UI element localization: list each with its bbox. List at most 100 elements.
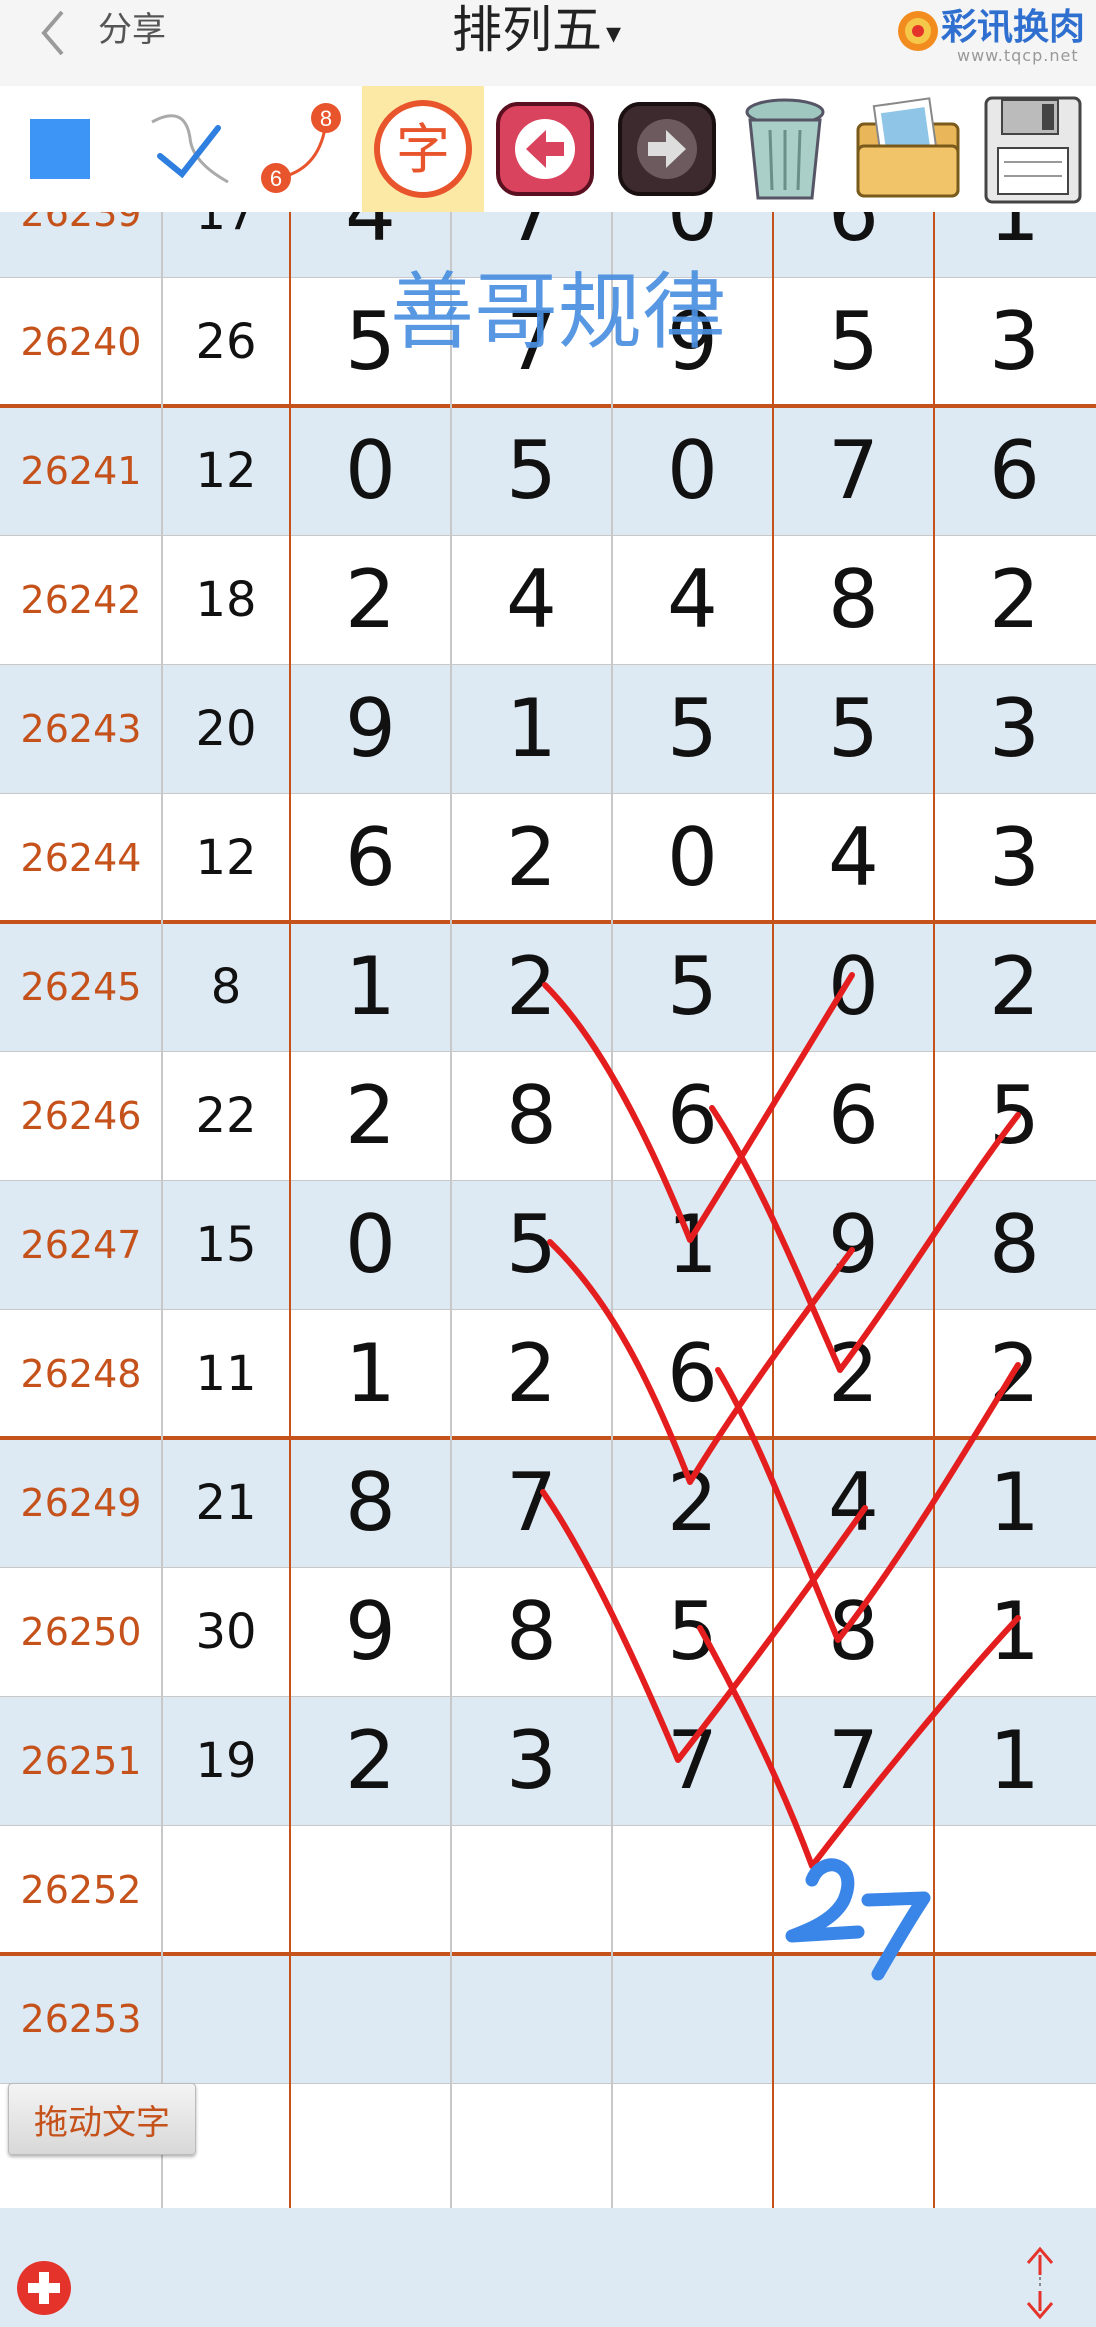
draw-digit-2: 2 — [506, 811, 557, 904]
table-row: 26246 22 2 8 6 6 5 — [0, 1051, 1096, 1180]
group-divider — [0, 1952, 1096, 1956]
draw-digit-3: 5 — [667, 940, 718, 1033]
share-button[interactable]: 分享 — [98, 8, 166, 52]
draw-digit-4 — [773, 2083, 934, 2208]
draw-digit-1: 9 — [345, 682, 396, 775]
draw-digit-1: 2 — [345, 553, 396, 646]
draw-digit-5: 3 — [989, 682, 1040, 775]
draw-digit-4: 4 — [828, 1456, 879, 1549]
draw-digit-3: 0 — [667, 811, 718, 904]
drawing-toolbar: 8 6 字 — [0, 86, 1096, 212]
redo-button[interactable] — [612, 86, 722, 212]
issue-number: 26239 — [20, 212, 142, 235]
draw-digit-4: 2 — [828, 1327, 879, 1420]
column-divider — [450, 212, 452, 2208]
line-width-button[interactable]: 8 6 — [250, 86, 350, 212]
issue-number: 26241 — [20, 448, 142, 493]
draw-digit-4: 7 — [828, 424, 879, 517]
issue-number: 26248 — [20, 1351, 142, 1396]
bottom-bar — [0, 2208, 1096, 2327]
table-row: 26251 19 2 3 7 7 1 — [0, 1696, 1096, 1825]
draw-digit-4: 8 — [828, 1585, 879, 1678]
draw-digit-2: 5 — [506, 424, 557, 517]
draw-digit-3: 0 — [667, 424, 718, 517]
pen-tool-button[interactable] — [130, 86, 240, 212]
chevron-left-icon[interactable] — [38, 8, 68, 58]
draw-digit-5: 1 — [989, 1714, 1040, 1807]
color-picker-button[interactable] — [0, 86, 120, 212]
line-6-8-icon: 8 6 — [261, 103, 341, 193]
column-divider — [289, 212, 291, 2208]
draw-digit-3: 6 — [667, 1327, 718, 1420]
draw-digit-4: 5 — [828, 682, 879, 775]
draw-digit-5: 2 — [989, 1327, 1040, 1420]
draw-digit-5: 2 — [989, 553, 1040, 646]
save-disk-icon — [984, 96, 1082, 204]
draw-digit-1: 9 — [345, 1585, 396, 1678]
draw-digit-2: 4 — [506, 553, 557, 646]
redo-arrow-icon — [618, 102, 716, 196]
table-row: 26247 15 0 5 1 9 8 — [0, 1180, 1096, 1309]
digit-sum: 11 — [195, 1345, 257, 1402]
digit-sum: 21 — [195, 1474, 257, 1531]
column-divider — [933, 212, 935, 2208]
draw-digit-2: 5 — [506, 1198, 557, 1291]
watermark-emblem-icon — [898, 11, 938, 51]
draw-digit-5: 6 — [989, 424, 1040, 517]
group-divider — [0, 404, 1096, 408]
row-divider — [0, 793, 1096, 794]
clear-button[interactable] — [730, 86, 840, 212]
issue-number: 26251 — [20, 1738, 142, 1783]
row-divider — [0, 664, 1096, 665]
watermark-text: 彩讯换肉 — [941, 7, 1086, 48]
draw-digit-4: 6 — [828, 212, 879, 259]
vertical-scroll-icon[interactable] — [1020, 2245, 1060, 2321]
draw-digit-5 — [934, 1825, 1095, 1954]
save-button[interactable] — [974, 86, 1092, 212]
draw-digit-5: 5 — [989, 1069, 1040, 1162]
draw-digit-5: 1 — [989, 212, 1040, 259]
draw-digit-2: 8 — [506, 1069, 557, 1162]
photos-icon — [856, 97, 960, 198]
digit-sum: 17 — [195, 212, 257, 241]
draw-digit-3: 1 — [667, 1198, 718, 1291]
gallery-button[interactable] — [848, 86, 968, 212]
color-square-icon — [30, 119, 90, 179]
draw-digit-3 — [612, 1825, 773, 1954]
draw-digit-5: 8 — [989, 1198, 1040, 1291]
draw-digit-3: 6 — [667, 1069, 718, 1162]
text-tool-button[interactable]: 字 — [362, 86, 484, 212]
text-tool-char: 字 — [396, 118, 450, 181]
draw-digit-5: 3 — [989, 811, 1040, 904]
draw-digit-4 — [773, 1825, 934, 1954]
column-divider — [161, 212, 163, 2208]
draw-digit-4: 9 — [828, 1198, 879, 1291]
table-row: 26253 — [0, 1954, 1096, 2083]
draw-digit-4: 6 — [828, 1069, 879, 1162]
draw-digit-2 — [451, 2083, 612, 2208]
digit-sum: 15 — [195, 1216, 257, 1273]
digit-sum: 26 — [195, 313, 257, 370]
drag-text-button[interactable]: 拖动文字 — [8, 2083, 196, 2155]
draw-digit-5: 1 — [989, 1456, 1040, 1549]
issue-number: 26240 — [20, 319, 142, 364]
draw-digit-3 — [612, 1954, 773, 2083]
draw-digit-3: 4 — [667, 553, 718, 646]
draw-digit-1: 1 — [345, 940, 396, 1033]
plus-circle-icon[interactable] — [14, 2258, 74, 2318]
issue-number: 26249 — [20, 1480, 142, 1525]
undo-button[interactable] — [490, 86, 600, 212]
draw-digit-2: 2 — [506, 1327, 557, 1420]
issue-number: 26247 — [20, 1222, 142, 1267]
table-row: 26248 11 1 2 6 2 2 — [0, 1309, 1096, 1438]
draw-digit-2: 2 — [506, 940, 557, 1033]
table-row: 26242 18 2 4 4 8 2 — [0, 535, 1096, 664]
draw-digit-1 — [290, 1954, 451, 2083]
table-row: 26250 30 9 8 5 8 1 — [0, 1567, 1096, 1696]
draw-digit-5: 1 — [989, 1585, 1040, 1678]
draw-digit-3: 5 — [667, 1585, 718, 1678]
table-row: 26245 8 1 2 5 0 2 — [0, 922, 1096, 1051]
draw-digit-1: 0 — [345, 424, 396, 517]
lottery-type-selector[interactable]: 排列五 ▾ — [452, 2, 621, 62]
digit-sum: 8 — [210, 958, 242, 1015]
